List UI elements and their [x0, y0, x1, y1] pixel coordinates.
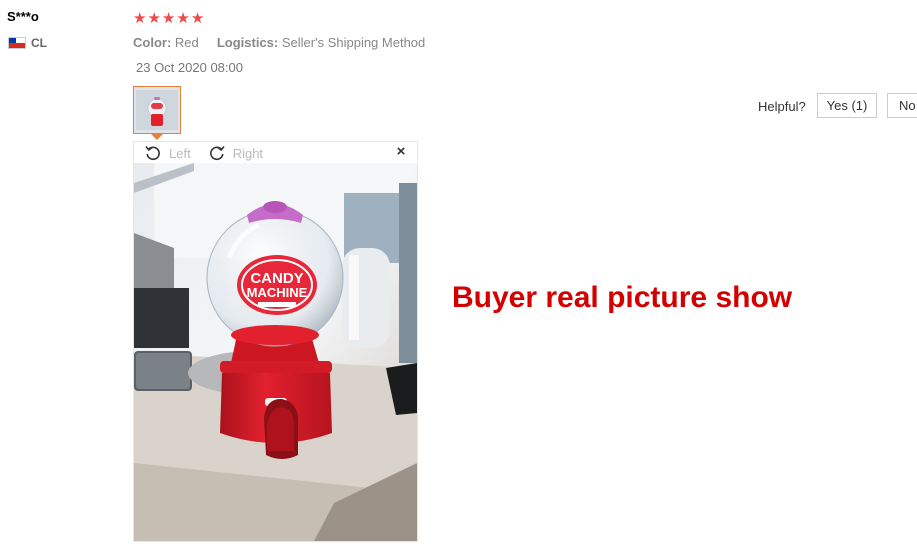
logistics-label: Logistics: [216, 35, 279, 50]
helpful-no-button[interactable]: No [887, 93, 917, 118]
rotate-right-label[interactable]: Right [233, 146, 263, 161]
country-code: CL [31, 36, 47, 50]
chile-flag-icon [8, 37, 26, 49]
logistics-value: Seller's Shipping Method [281, 35, 426, 50]
helpful-yes-button[interactable]: Yes (1) [817, 93, 877, 118]
thumbnail-caret [151, 134, 163, 140]
photo-label-line2: MACHINE [247, 285, 308, 300]
viewer-toolbar: Left Right [143, 143, 273, 163]
close-icon[interactable]: × [394, 144, 408, 159]
buyer-photo-caption: Buyer real picture show [452, 281, 793, 314]
star-icon: ★ [147, 10, 161, 27]
star-icon: ★ [133, 10, 147, 27]
rotate-left-label[interactable]: Left [169, 146, 191, 161]
star-icon: ★ [190, 10, 205, 27]
reviewer-name: S***o [7, 9, 39, 24]
helpful-label: Helpful? [758, 99, 806, 114]
color-label: Color: [133, 35, 172, 50]
review-attributes: Color: Red Logistics: Seller's Shipping … [133, 35, 425, 50]
rotate-right-icon[interactable] [207, 143, 227, 163]
star-rating: ★ ★ ★ ★ ★ [133, 10, 204, 28]
star-icon: ★ [161, 10, 176, 27]
review-photo-thumbnail[interactable] [133, 86, 181, 134]
reviewer-country: CL [8, 36, 47, 50]
color-value: Red [174, 35, 199, 50]
star-icon: ★ [176, 10, 190, 27]
rotate-left-icon[interactable] [143, 143, 163, 163]
review-photo: CANDY MACHINE [134, 163, 417, 541]
review-date: 23 Oct 2020 08:00 [136, 60, 243, 75]
